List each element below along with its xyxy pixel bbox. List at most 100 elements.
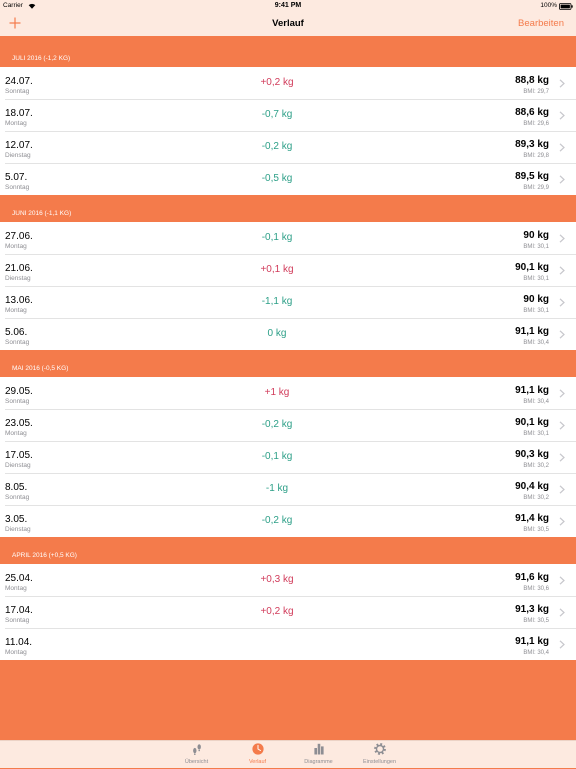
entry-bmi: BMI: 29,9	[523, 185, 549, 191]
entry-date: 27.06.	[5, 231, 33, 242]
entry-bmi: BMI: 30,4	[523, 399, 549, 405]
history-row[interactable]: 5.07. Sonntag -0,5 kg 89,5 kg BMI: 29,9	[0, 163, 576, 195]
entry-date: 13.06.	[5, 295, 33, 306]
entry-weight: 91,6 kg	[515, 572, 549, 583]
weight-change: +0,2 kg	[260, 77, 294, 88]
status-bar: Carrier 9:41 PM 100%	[0, 0, 576, 12]
tab-history[interactable]: Verlauf	[227, 741, 288, 769]
history-list[interactable]: JULI 2016 (-1,2 KG) 24.07. Sonntag +0,2 …	[0, 36, 576, 740]
entry-date: 17.04.	[5, 605, 33, 616]
entry-weekday: Montag	[5, 120, 27, 127]
entry-weekday: Dienstag	[5, 152, 31, 159]
tab-charts[interactable]: Diagramme	[288, 741, 349, 769]
history-row[interactable]: 25.04. Montag +0,3 kg 91,6 kg BMI: 30,6	[0, 564, 576, 596]
tab-overview[interactable]: Übersicht	[166, 741, 227, 769]
chevron-right-icon	[559, 142, 565, 152]
entry-date: 21.06.	[5, 263, 33, 274]
page-title: Verlauf	[272, 18, 304, 29]
history-row[interactable]: 23.05. Montag -0,2 kg 90,1 kg BMI: 30,1	[0, 409, 576, 441]
chevron-right-icon	[559, 388, 565, 398]
history-row[interactable]: 8.05. Sonntag -1 kg 90,4 kg BMI: 30,2	[0, 473, 576, 505]
history-row[interactable]: 18.07. Montag -0,7 kg 88,6 kg BMI: 29,6	[0, 99, 576, 131]
chevron-right-icon	[559, 78, 565, 88]
entry-weekday: Sonntag	[5, 339, 30, 346]
entry-bmi: BMI: 29,6	[523, 121, 549, 127]
add-icon	[9, 17, 21, 29]
bar-chart-icon	[313, 743, 324, 755]
entry-date: 5.07.	[5, 172, 28, 183]
month-section: MAI 2016 (-0,5 KG) 29.05. Sonntag +1 kg …	[0, 350, 576, 537]
tab-label: Diagramme	[304, 759, 333, 765]
history-row[interactable]: 17.04. Sonntag +0,2 kg 91,3 kg BMI: 30,5	[0, 596, 576, 628]
entry-date: 3.05.	[5, 514, 28, 525]
entry-date: 23.05.	[5, 418, 33, 429]
entry-weekday: Dienstag	[5, 275, 31, 282]
section-header: JUNI 2016 (-1,1 KG)	[0, 195, 576, 222]
edit-button[interactable]: Bearbeiten	[518, 12, 564, 35]
weight-change: +0,2 kg	[260, 606, 294, 617]
month-section: JULI 2016 (-1,2 KG) 24.07. Sonntag +0,2 …	[0, 36, 576, 195]
entry-date: 24.07.	[5, 76, 33, 87]
entry-bmi: BMI: 30,1	[523, 276, 549, 282]
entry-bmi: BMI: 30,2	[523, 495, 549, 501]
entry-bmi: BMI: 30,5	[523, 527, 549, 533]
entry-weight: 89,3 kg	[515, 139, 549, 150]
entry-weekday: Sonntag	[5, 494, 30, 501]
entry-weight: 90,3 kg	[515, 449, 549, 460]
history-row[interactable]: 5.06. Sonntag 0 kg 91,1 kg BMI: 30,4	[0, 318, 576, 350]
add-entry-button[interactable]	[7, 15, 23, 31]
weight-change: +0,1 kg	[260, 264, 294, 275]
tab-settings[interactable]: Einstellungen	[349, 741, 410, 769]
section-header: JULI 2016 (-1,2 KG)	[0, 36, 576, 67]
clock-time: 9:41 PM	[274, 2, 302, 9]
entry-weekday: Sonntag	[5, 184, 30, 191]
entry-bmi: BMI: 30,1	[523, 308, 549, 314]
weight-change: -0,2 kg	[261, 515, 293, 526]
chevron-right-icon	[559, 297, 565, 307]
history-row[interactable]: 12.07. Dienstag -0,2 kg 89,3 kg BMI: 29,…	[0, 131, 576, 163]
chevron-right-icon	[559, 174, 565, 184]
entry-date: 17.05.	[5, 450, 33, 461]
weight-change: -0,1 kg	[261, 232, 293, 243]
entry-weight: 90 kg	[523, 294, 549, 305]
entry-weekday: Montag	[5, 585, 27, 592]
history-row[interactable]: 24.07. Sonntag +0,2 kg 88,8 kg BMI: 29,7	[0, 67, 576, 99]
entry-bmi: BMI: 30,2	[523, 463, 549, 469]
history-row[interactable]: 21.06. Dienstag +0,1 kg 90,1 kg BMI: 30,…	[0, 254, 576, 286]
chevron-right-icon	[559, 516, 565, 526]
history-row[interactable]: 27.06. Montag -0,1 kg 90 kg BMI: 30,1	[0, 222, 576, 254]
entry-weight: 88,8 kg	[515, 75, 549, 86]
chevron-right-icon	[559, 575, 565, 585]
history-row[interactable]: 13.06. Montag -1,1 kg 90 kg BMI: 30,1	[0, 286, 576, 318]
section-rows: 27.06. Montag -0,1 kg 90 kg BMI: 30,1 21…	[0, 222, 576, 350]
chevron-right-icon	[559, 110, 565, 120]
chevron-right-icon	[559, 484, 565, 494]
tab-label: Übersicht	[184, 759, 209, 765]
history-row[interactable]: 11.04. Montag 91,1 kg BMI: 30,4	[0, 628, 576, 660]
entry-weight: 91,4 kg	[515, 513, 549, 524]
entry-weekday: Montag	[5, 430, 27, 437]
entry-bmi: BMI: 30,4	[523, 340, 549, 346]
history-row[interactable]: 29.05. Sonntag +1 kg 91,1 kg BMI: 30,4	[0, 377, 576, 409]
weight-change: +0,3 kg	[260, 574, 294, 585]
entry-weight: 91,1 kg	[515, 326, 549, 337]
clock-icon	[251, 743, 264, 755]
entry-weekday: Sonntag	[5, 617, 30, 624]
history-row[interactable]: 17.05. Dienstag -0,1 kg 90,3 kg BMI: 30,…	[0, 441, 576, 473]
entry-date: 18.07.	[5, 108, 33, 119]
tab-label: Einstellungen	[362, 759, 397, 765]
weight-change: -0,2 kg	[261, 141, 293, 152]
navigation-bar: Verlauf Bearbeiten	[0, 12, 576, 36]
entry-date: 5.06.	[5, 327, 28, 338]
weight-change: -0,5 kg	[261, 173, 293, 184]
entry-date: 25.04.	[5, 573, 33, 584]
entry-date: 12.07.	[5, 140, 33, 151]
history-row[interactable]: 3.05. Dienstag -0,2 kg 91,4 kg BMI: 30,5	[0, 505, 576, 537]
chevron-right-icon	[559, 265, 565, 275]
entry-weight: 91,1 kg	[515, 636, 549, 647]
chevron-right-icon	[559, 233, 565, 243]
section-rows: 25.04. Montag +0,3 kg 91,6 kg BMI: 30,6 …	[0, 564, 576, 660]
gear-icon	[373, 743, 386, 755]
chevron-right-icon	[559, 329, 565, 339]
battery-percentage: 100%	[540, 2, 557, 9]
